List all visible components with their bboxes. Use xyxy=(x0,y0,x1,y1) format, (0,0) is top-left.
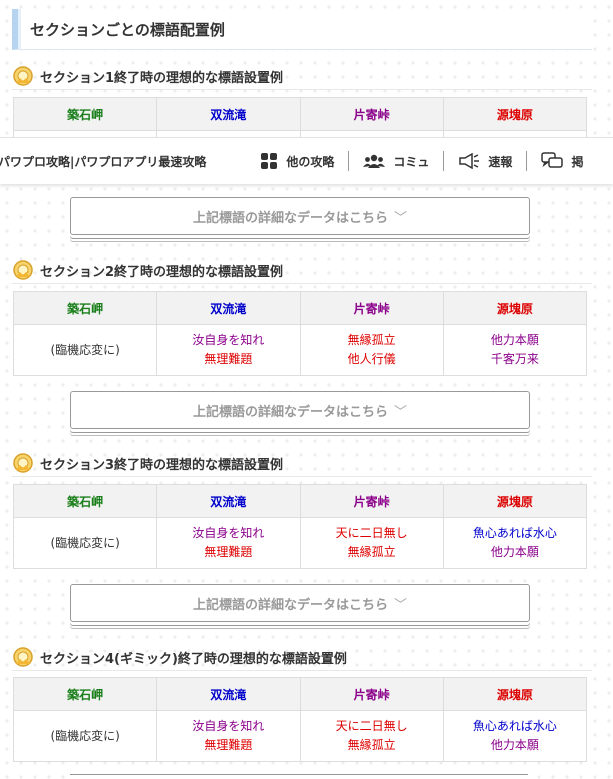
section-1-heading: セクション1終了時の理想的な標語設置例 xyxy=(12,63,592,90)
table-cell: 天に二日無し 無縁孤立 xyxy=(299,517,444,569)
table-cell: 汝自身を知れ 無理難題 xyxy=(156,710,301,762)
cell-slogan: 汝自身を知れ xyxy=(192,719,265,733)
crown-emblem-icon xyxy=(13,453,33,473)
table-cell: (臨機応変に) xyxy=(12,710,158,762)
col-header: 築石岬 xyxy=(12,484,158,518)
table-cell: 天に二日無し 無縁孤立 xyxy=(299,710,444,762)
section-3-heading: セクション3終了時の理想的な標語設置例 xyxy=(12,450,592,477)
table-header-row: 築石岬 双流滝 片寄峠 源塊原 xyxy=(12,484,588,518)
col-header: 片寄峠 xyxy=(299,484,444,518)
table-cell: 他力本願 千客万来 xyxy=(442,324,588,376)
next-button-edge[interactable] xyxy=(70,774,528,779)
col-header: 源塊原 xyxy=(442,677,588,711)
cell-slogan: 他力本願 xyxy=(490,333,539,347)
section-title: セクション3終了時の理想的な標語設置例 xyxy=(40,457,284,473)
nav-label: コミュ xyxy=(393,154,430,169)
table-cell: 汝自身を知れ 無理難題 xyxy=(156,517,301,569)
col-header: 築石岬 xyxy=(12,97,158,131)
col-header: 双流滝 xyxy=(156,677,301,711)
table-row: (臨機応変に) 汝自身を知れ 無理難題 天に二日無し 無縁孤立 魚心あれば水心 他力本… xyxy=(12,517,588,569)
cell-slogan: 魚心あれば水心 xyxy=(472,526,557,540)
cell-slogan: 他力本願 xyxy=(490,738,539,752)
cell-slogan: 汝自身を知れ xyxy=(192,333,265,347)
cell-slogan: 汝自身を知れ xyxy=(192,526,265,540)
site-brand-link[interactable]: パワプロ攻略|パワプロアプリ最速攻略 xyxy=(0,153,206,170)
cell-slogan: 千客万来 xyxy=(490,352,539,366)
cell-slogan: 天に二日無し xyxy=(335,719,408,733)
section-4-heading: セクション4(ギミック)終了時の理想的な標語設置例 xyxy=(12,644,592,671)
cell-slogan: 無理難題 xyxy=(204,738,253,752)
crown-emblem-icon xyxy=(13,260,33,280)
chat-icon xyxy=(541,152,564,168)
main-heading-text: セクションごとの標語配置例 xyxy=(30,20,225,39)
table-header-row: 築石岬 双流滝 片寄峠 源塊原 xyxy=(12,677,588,711)
detail-button-label: 上記標語の詳細なデータはこちら xyxy=(192,210,388,226)
detail-data-button[interactable]: 上記標語の詳細なデータはこちら ﹀ xyxy=(70,391,530,429)
cell-slogan: 天に二日無し xyxy=(335,526,408,540)
chevron-down-icon: ﹀ xyxy=(394,597,408,613)
cell-slogan: 他力本願 xyxy=(490,545,539,559)
col-header: 築石岬 xyxy=(12,291,158,325)
cell-slogan: 無縁孤立 xyxy=(347,333,396,347)
table-cell: 無縁孤立 他人行儀 xyxy=(299,324,444,376)
grid-icon xyxy=(261,153,278,169)
col-header: 双流滝 xyxy=(156,291,301,325)
section-title: セクション1終了時の理想的な標語設置例 xyxy=(40,70,284,86)
sticky-site-header: パワプロ攻略|パワプロアプリ最速攻略 他の攻略 コミュ 速報 掲 xyxy=(0,137,613,184)
cell-slogan: 無理難題 xyxy=(204,352,253,366)
nav-other-guides[interactable]: 他の攻略 xyxy=(246,151,348,171)
crown-emblem-icon xyxy=(13,66,33,86)
detail-data-button[interactable]: 上記標語の詳細なデータはこちら ﹀ xyxy=(70,584,530,622)
cell-slogan: 無縁孤立 xyxy=(347,545,396,559)
detail-button-label: 上記標語の詳細なデータはこちら xyxy=(192,597,388,613)
nav-community[interactable]: コミュ xyxy=(349,151,443,171)
cell-slogan: 他人行儀 xyxy=(347,352,396,366)
chevron-down-icon: ﹀ xyxy=(394,210,408,226)
section-3-table: 築石岬 双流滝 片寄峠 源塊原 (臨機応変に) 汝自身を知れ 無理難題 天に二日無… xyxy=(12,484,588,569)
section-2-heading: セクション2終了時の理想的な標語設置例 xyxy=(12,257,592,284)
section-4-table: 築石岬 双流滝 片寄峠 源塊原 (臨機応変に) 汝自身を知れ 無理難題 天に二日無… xyxy=(12,677,588,762)
users-icon xyxy=(363,154,386,168)
col-header: 双流滝 xyxy=(156,484,301,518)
col-header: 片寄峠 xyxy=(299,291,444,325)
col-header: 双流滝 xyxy=(156,97,301,131)
col-header: 片寄峠 xyxy=(299,677,444,711)
nav-board[interactable]: 掲 xyxy=(527,151,597,171)
col-header: 源塊原 xyxy=(442,97,588,131)
cell-slogan: (臨機応変に) xyxy=(50,535,120,550)
col-header: 源塊原 xyxy=(442,484,588,518)
section-title: セクション4(ギミック)終了時の理想的な標語設置例 xyxy=(40,651,347,667)
table-cell: 汝自身を知れ 無理難題 xyxy=(156,324,301,376)
nav-label: 掲 xyxy=(571,154,584,169)
detail-button-label: 上記標語の詳細なデータはこちら xyxy=(192,404,388,420)
section-2-table: 築石岬 双流滝 片寄峠 源塊原 (臨機応変に) 汝自身を知れ 無理難題 無縁孤立他… xyxy=(12,291,588,376)
chevron-down-icon: ﹀ xyxy=(394,404,408,420)
cell-slogan: (臨機応変に) xyxy=(50,342,120,357)
nav-label: 速報 xyxy=(488,154,513,169)
cell-slogan: 無縁孤立 xyxy=(347,738,396,752)
table-row: (臨機応変に) 汝自身を知れ 無理難題 無縁孤立他人行儀 他力本願千客万来 xyxy=(12,324,588,376)
cell-slogan: 魚心あれば水心 xyxy=(472,719,557,733)
cell-slogan: 無理難題 xyxy=(204,545,253,559)
table-header-row: 築石岬 双流滝 片寄峠 源塊原 xyxy=(12,97,588,131)
table-cell: 魚心あれば水心 他力本願 xyxy=(442,517,588,569)
crown-emblem-icon xyxy=(13,647,33,667)
table-cell: 魚心あれば水心 他力本願 xyxy=(442,710,588,762)
main-heading: セクションごとの標語配置例 xyxy=(12,9,592,50)
col-header: 築石岬 xyxy=(12,677,158,711)
section-title: セクション2終了時の理想的な標語設置例 xyxy=(40,264,284,280)
detail-data-button[interactable]: 上記標語の詳細なデータはこちら ﹀ xyxy=(70,197,530,235)
table-cell: (臨機応変に) xyxy=(12,324,158,376)
nav-news[interactable]: 速報 xyxy=(444,151,526,171)
table-header-row: 築石岬 双流滝 片寄峠 源塊原 xyxy=(12,291,588,325)
megaphone-icon xyxy=(459,153,480,169)
nav-label: 他の攻略 xyxy=(286,154,335,169)
col-header: 片寄峠 xyxy=(299,97,444,131)
cell-slogan: (臨機応変に) xyxy=(50,728,120,743)
col-header: 源塊原 xyxy=(442,291,588,325)
table-row: (臨機応変に) 汝自身を知れ 無理難題 天に二日無し 無縁孤立 魚心あれば水心 他力本… xyxy=(12,710,588,762)
table-cell: (臨機応変に) xyxy=(12,517,158,569)
